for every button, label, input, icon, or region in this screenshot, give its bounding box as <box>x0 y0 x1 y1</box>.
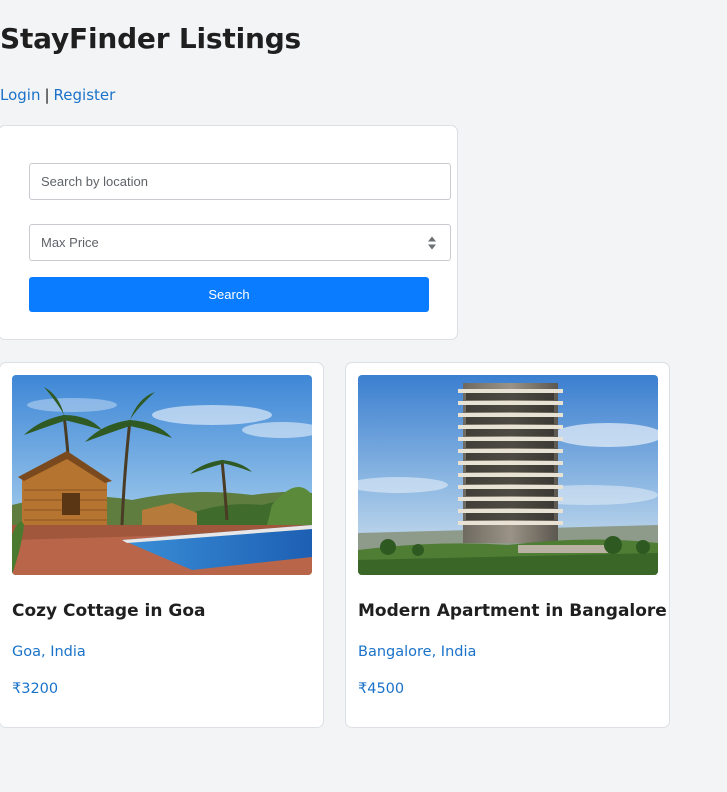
max-price-select[interactable]: Max Price <box>29 224 451 261</box>
listing-card[interactable]: Cozy Cottage in Goa Goa, India ₹3200 <box>0 362 324 728</box>
cottage-pool-photo[interactable] <box>12 375 312 575</box>
listing-title[interactable]: Modern Apartment in Bangalore <box>358 601 667 621</box>
listing-price: ₹3200 <box>12 681 59 697</box>
max-price-label: Max Price <box>41 235 99 250</box>
search-button[interactable]: Search <box>29 277 429 312</box>
listing-price: ₹4500 <box>358 681 405 697</box>
listing-location: Goa, India <box>12 644 86 660</box>
page: StayFinder Listings Login | Register Searc… <box>0 0 727 792</box>
auth-separator: | <box>44 86 50 104</box>
listing-title[interactable]: Cozy Cottage in Goa <box>12 601 206 621</box>
login-link[interactable]: Login <box>0 86 40 104</box>
register-link[interactable]: Register <box>54 86 116 104</box>
select-arrows-icon <box>428 236 436 250</box>
listing-location: Bangalore, India <box>358 644 477 660</box>
high-rise-apartment-photo[interactable] <box>358 375 658 575</box>
auth-links: Login | Register <box>0 86 115 104</box>
page-title: StayFinder Listings <box>0 22 302 55</box>
listing-card[interactable]: Modern Apartment in Bangalore Bangalore,… <box>345 362 670 728</box>
search-panel: Search by location Max Price Search <box>0 125 458 340</box>
location-search-input[interactable]: Search by location <box>29 163 451 200</box>
